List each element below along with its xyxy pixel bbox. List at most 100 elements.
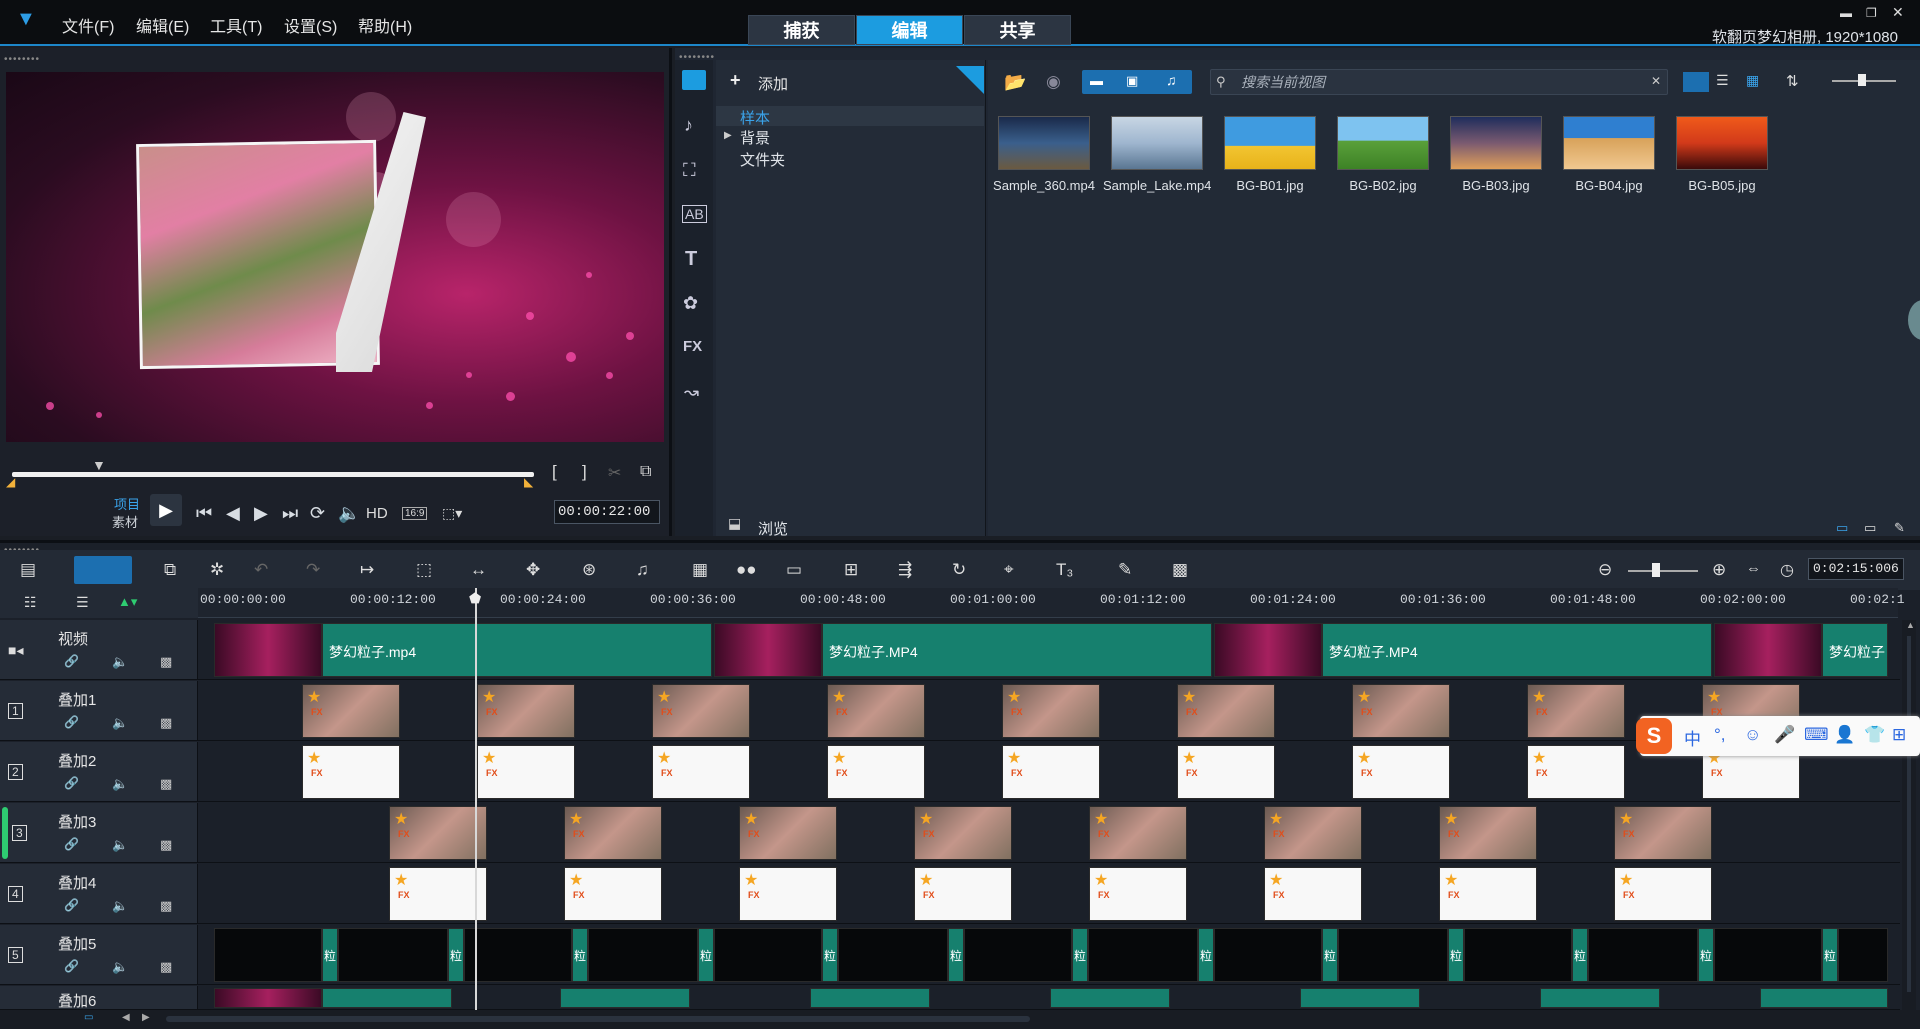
particle-clip[interactable] xyxy=(338,928,448,982)
thumbnail-item[interactable]: BG-B04.jpg xyxy=(1555,112,1663,198)
playhead[interactable] xyxy=(475,588,477,1029)
transparency-icon[interactable]: ▩ xyxy=(160,959,172,975)
add-folder-button[interactable]: 添加 xyxy=(758,73,788,94)
particle-clip[interactable] xyxy=(1338,928,1448,982)
overlay-clip[interactable]: ★ FX xyxy=(652,745,750,799)
video-clip[interactable]: 梦幻粒子.mp4 xyxy=(322,623,712,677)
horizontal-scrollbar[interactable]: ▭ ◀ ▶ xyxy=(0,1010,1920,1029)
particle-marker[interactable]: 粒 xyxy=(822,928,838,982)
overlay-clip[interactable]: ★ FX xyxy=(1439,867,1537,921)
overlay-clip[interactable]: ★ FX xyxy=(477,684,575,738)
folder-row-selected[interactable]: 样本 xyxy=(716,106,984,128)
tools-icon[interactable]: ✲ xyxy=(210,560,224,580)
particle-clip[interactable] xyxy=(464,928,572,982)
view-thumbnail-icon[interactable] xyxy=(1683,72,1709,92)
overlay-clip[interactable]: ★ FX xyxy=(739,867,837,921)
transition-icon[interactable]: ⛶ xyxy=(683,160,696,181)
thumbnail-item[interactable]: BG-B05.jpg xyxy=(1668,112,1776,198)
track-list-icon[interactable]: ☷ xyxy=(24,594,37,611)
particle-clip[interactable] xyxy=(1088,928,1198,982)
preview-window[interactable] xyxy=(6,72,664,442)
fx-icon[interactable]: FX xyxy=(683,338,702,355)
clip[interactable] xyxy=(810,988,930,1008)
loop-icon[interactable]: ↻ xyxy=(952,560,966,580)
overlay-clip[interactable]: ★ FX xyxy=(1177,745,1275,799)
menu-edit[interactable]: 编辑(E) xyxy=(136,13,189,37)
pin-icon[interactable] xyxy=(956,66,984,94)
thumbnail-item[interactable]: Sample_Lake.mp4 xyxy=(1103,112,1211,198)
tab-share[interactable]: 共享 xyxy=(964,15,1071,45)
minimize-icon[interactable]: ▬ xyxy=(1840,6,1852,20)
timeline-ruler[interactable]: 00:00:00:00 00:00:12:00 00:00:24:00 00:0… xyxy=(198,588,1905,618)
ime-lang-toggle[interactable]: 中 xyxy=(1684,725,1701,750)
clip-mode-label[interactable]: 素材 xyxy=(112,512,138,531)
overlay-clip[interactable]: ★ FX xyxy=(389,806,487,860)
cut-icon[interactable]: ✂ xyxy=(608,463,621,483)
menu-help[interactable]: 帮助(H) xyxy=(358,13,412,37)
thumbnail-item[interactable]: BG-B01.jpg xyxy=(1216,112,1324,198)
stretch-icon[interactable]: ↔ xyxy=(470,560,487,580)
redo-icon[interactable]: ↷ xyxy=(306,560,320,580)
trim-end-icon[interactable]: ◣ xyxy=(524,475,533,489)
video-clip[interactable]: 梦幻粒子.MP4 xyxy=(1322,623,1712,677)
link-icon[interactable]: 🔗 xyxy=(64,898,79,912)
clip[interactable] xyxy=(560,988,690,1008)
transparency-icon[interactable]: ▩ xyxy=(160,898,172,914)
fit-icon[interactable]: ↦ xyxy=(360,560,374,580)
menu-file[interactable]: 文件(F) xyxy=(62,13,114,37)
path-icon[interactable]: ↝ xyxy=(684,382,699,403)
ime-user-icon[interactable]: 👤 xyxy=(1834,725,1855,745)
particle-clip[interactable] xyxy=(1714,928,1822,982)
expand-arrow-icon[interactable]: ▶ xyxy=(724,130,732,141)
undo-icon[interactable]: ↶ xyxy=(254,560,268,580)
filter-video-icon[interactable]: ▬ xyxy=(1090,73,1103,88)
volume-icon[interactable]: 🔈 xyxy=(338,503,360,524)
overlay-clip[interactable]: ★ FX xyxy=(827,745,925,799)
mask-icon[interactable]: ✎ xyxy=(1118,560,1132,580)
text-t-icon[interactable]: T xyxy=(685,248,697,271)
folder-sample[interactable]: 样本 xyxy=(740,107,770,128)
motion-icon[interactable]: ⇶ xyxy=(898,560,912,580)
tab-capture[interactable]: 捕获 xyxy=(748,15,855,45)
layout-icon-1[interactable]: ▭ xyxy=(1836,520,1848,536)
overlay-clip[interactable]: ★ FX xyxy=(302,684,400,738)
particle-marker[interactable]: 粒 xyxy=(698,928,714,982)
overlay-clip[interactable]: ★ FX xyxy=(739,806,837,860)
thumbnail-item[interactable]: BG-B03.jpg xyxy=(1442,112,1550,198)
clip[interactable] xyxy=(1050,988,1170,1008)
particle-clip[interactable] xyxy=(1588,928,1698,982)
overlay-clip[interactable]: ★ FX xyxy=(1264,867,1362,921)
overlay-clip[interactable]: ★ FX xyxy=(1089,806,1187,860)
timeline-view-icon[interactable] xyxy=(74,556,132,584)
transparency-icon[interactable]: ▩ xyxy=(160,776,172,792)
chapter-icon[interactable]: ☰ xyxy=(76,594,89,611)
overlay-clip[interactable]: ★ FX xyxy=(1614,867,1712,921)
enlarge-icon[interactable]: ⧉ xyxy=(640,463,651,481)
sort-icon[interactable]: ⇅ xyxy=(1786,72,1799,90)
title-ab-icon[interactable]: AB xyxy=(682,205,707,223)
link-icon[interactable]: 🔗 xyxy=(64,715,79,729)
split-screen-icon[interactable]: ⊞ xyxy=(844,560,858,580)
clear-search-icon[interactable]: ✕ xyxy=(1651,74,1661,88)
repeat-icon[interactable]: ⟳ xyxy=(310,503,325,524)
restore-icon[interactable]: ❐ xyxy=(1866,6,1877,20)
mute-icon[interactable]: 🔈 xyxy=(112,776,128,792)
project-mode-label[interactable]: 项目 xyxy=(114,494,140,513)
thumbnail-item[interactable]: BG-B02.jpg xyxy=(1329,112,1437,198)
graphics-icon[interactable]: ✿ xyxy=(683,293,698,314)
close-icon[interactable]: ✕ xyxy=(1892,4,1904,21)
folder-folder[interactable]: 文件夹 xyxy=(740,149,785,170)
mute-icon[interactable]: 🔈 xyxy=(112,959,128,975)
sogou-logo-icon[interactable]: S xyxy=(1636,718,1672,754)
ime-punct-toggle[interactable]: °, xyxy=(1714,725,1726,745)
zoom-slider[interactable] xyxy=(1628,570,1698,572)
home-icon[interactable]: ⏮ xyxy=(196,503,212,524)
edit-layout-icon[interactable]: ✎ xyxy=(1894,520,1905,536)
zoom-handle[interactable] xyxy=(1652,563,1660,577)
scroll-left-icon[interactable]: ◀ xyxy=(122,1012,130,1023)
vertical-scrollbar[interactable]: ▲ xyxy=(1902,620,1916,1010)
particle-clip[interactable] xyxy=(964,928,1072,982)
next-frame-icon[interactable]: ▶ xyxy=(254,503,268,524)
particle-clip[interactable] xyxy=(588,928,698,982)
trim-start-icon[interactable]: ◢ xyxy=(6,475,15,489)
